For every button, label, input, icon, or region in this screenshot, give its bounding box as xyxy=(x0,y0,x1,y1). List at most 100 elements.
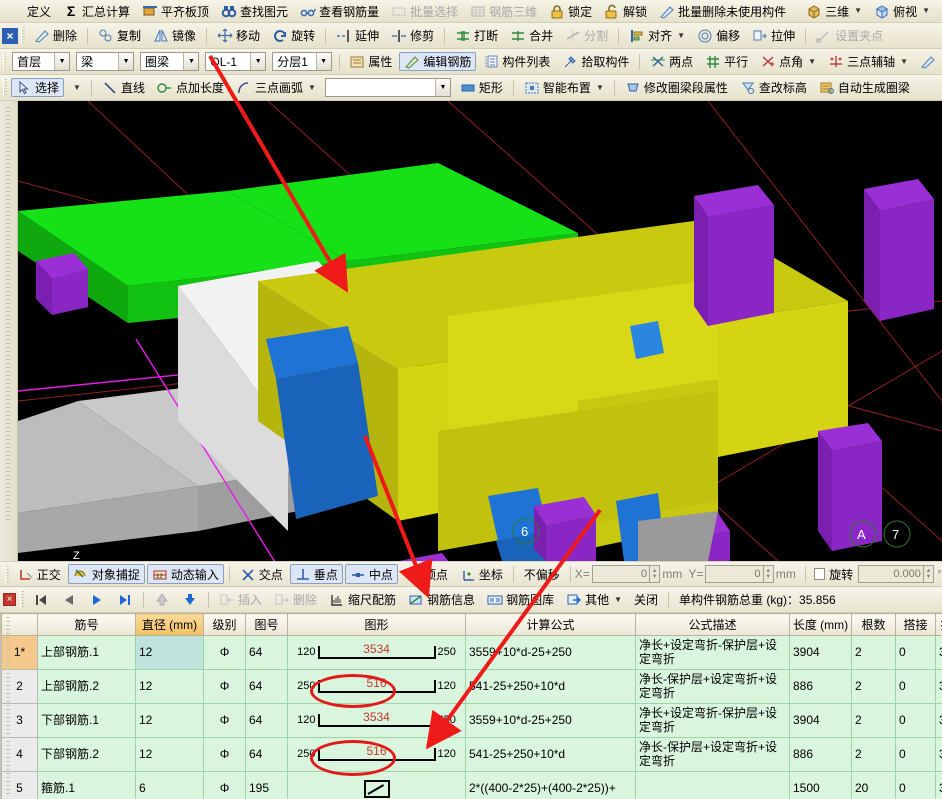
cell-rebar-name[interactable]: 上部钢筋.1 xyxy=(37,635,136,670)
component-name-select[interactable]: QL-1 ▼ xyxy=(205,52,267,71)
layer-select[interactable]: 分层1 ▼ xyxy=(272,52,332,71)
close-icon[interactable]: × xyxy=(2,27,18,44)
delete-row-button[interactable]: 删除 xyxy=(269,590,322,609)
header-shape[interactable]: 图形 xyxy=(287,613,466,636)
cell-description[interactable]: 净长-保护层+设定弯折+设定弯折 xyxy=(635,737,790,772)
next-record-button[interactable] xyxy=(84,590,110,609)
rebar-library-button[interactable]: 钢筋图库 xyxy=(482,590,559,609)
properties-button[interactable]: 属性 xyxy=(344,52,397,71)
edit-delete-button[interactable]: 删除 xyxy=(29,26,82,45)
auto-generate-beam-button[interactable]: 自动生成圈梁 xyxy=(814,78,915,97)
edit-copy-button[interactable]: 复制 xyxy=(93,26,146,45)
cell-loss[interactable]: 3 xyxy=(935,669,942,704)
y-input[interactable]: 0 xyxy=(705,565,764,583)
snap-object-snap-button[interactable]: 对象捕捉 xyxy=(67,564,145,584)
edit-align-button[interactable]: 对齐 ▼ xyxy=(624,26,690,45)
point-angle-button[interactable]: 点角 ▼ xyxy=(755,52,821,71)
toolbar-view-rebar-qty-button[interactable]: 查看钢筋量 xyxy=(295,2,384,21)
rebar-info-button[interactable]: 钢筋信息 xyxy=(403,590,480,609)
snap-intersection-button[interactable]: 交点 xyxy=(235,564,288,584)
chevron-down-icon[interactable]: ▼ xyxy=(808,57,816,66)
last-record-button[interactable] xyxy=(112,590,138,609)
toolbar-unlock-button[interactable]: 解锁 xyxy=(599,2,652,21)
edit-extend-button[interactable]: 延伸 xyxy=(331,26,384,45)
header-grade[interactable]: 级别 xyxy=(203,613,246,636)
draw-select-dropdown[interactable]: ▼ xyxy=(66,78,86,97)
pick-component-button[interactable]: 拾取构件 xyxy=(557,52,634,71)
move-up-button[interactable] xyxy=(149,590,175,609)
cell-description[interactable] xyxy=(635,771,790,799)
edit-stretch-button[interactable]: 拉伸 xyxy=(747,26,800,45)
cell-count[interactable]: 2 xyxy=(851,635,896,670)
cell-diameter[interactable]: 6 xyxy=(135,771,204,799)
header-loss[interactable]: 损耗 xyxy=(935,613,942,636)
cell-description[interactable]: 净长+设定弯折-保护层+设定弯折 xyxy=(635,703,790,738)
cell-lap[interactable]: 0 xyxy=(895,703,936,738)
chevron-down-icon[interactable]: ▼ xyxy=(434,79,450,96)
cell-grade[interactable]: Φ xyxy=(203,703,246,738)
toolbar-define-button[interactable]: 定义 xyxy=(3,2,56,21)
edit-rebar-button[interactable]: 编辑钢筋 xyxy=(399,52,477,71)
cell-grade[interactable]: Φ xyxy=(203,635,246,670)
chevron-down-icon[interactable]: ▼ xyxy=(308,83,316,92)
cell-description[interactable]: 净长+设定弯折-保护层+设定弯折 xyxy=(635,635,790,670)
floor-select[interactable]: 首层 ▼ xyxy=(12,52,71,71)
chevron-down-icon[interactable]: ▼ xyxy=(54,53,70,70)
header-count[interactable]: 根数 xyxy=(851,613,896,636)
rotate-input[interactable]: 0.000 xyxy=(858,565,924,583)
cell-formula[interactable]: 541-25+250+10*d xyxy=(465,737,636,772)
cell-count[interactable]: 2 xyxy=(851,669,896,704)
smart-layout-button[interactable]: 智能布置 ▼ xyxy=(519,78,609,97)
first-record-button[interactable] xyxy=(28,590,54,609)
parallel-button[interactable]: 平行 xyxy=(700,52,753,71)
header-length[interactable]: 长度 (mm) xyxy=(789,613,852,636)
cell-shape[interactable]: 120 3534 250 xyxy=(287,635,466,670)
toolbar-gripper[interactable] xyxy=(21,27,25,44)
cell-loss[interactable]: 3 xyxy=(935,703,942,738)
toolbar-dynamic-observe-button[interactable]: 动态观察 xyxy=(937,2,942,21)
chevron-down-icon[interactable]: ▼ xyxy=(73,83,81,92)
draw-point-length-button[interactable]: 点加长度 xyxy=(152,78,229,97)
cell-lap[interactable]: 0 xyxy=(895,669,936,704)
cell-drawing-no[interactable]: 64 xyxy=(245,737,288,772)
chevron-down-icon[interactable]: ▼ xyxy=(315,53,331,70)
toolbar-align-slab-top-button[interactable]: 平齐板顶 xyxy=(137,2,214,21)
cell-shape[interactable]: 250 516 120 xyxy=(287,737,466,772)
snap-vertex-button[interactable]: 顶点 xyxy=(400,564,453,584)
model-3d-viewport[interactable]: Z Y X 6 A 7 xyxy=(18,101,942,561)
cell-lap[interactable]: 0 xyxy=(895,771,936,799)
cell-diameter[interactable]: 12 xyxy=(135,635,204,670)
cell-rebar-name[interactable]: 箍筋.1 xyxy=(37,771,136,799)
cell-drawing-no[interactable]: 195 xyxy=(245,771,288,799)
snap-midpoint-button[interactable]: 中点 xyxy=(344,564,398,584)
chevron-down-icon[interactable]: ▼ xyxy=(596,83,604,92)
check-elevation-button[interactable]: 查改标高 xyxy=(735,78,812,97)
cell-rebar-name[interactable]: 上部钢筋.2 xyxy=(37,669,136,704)
edit-mirror-button[interactable]: 镜像 xyxy=(148,26,201,45)
insert-row-button[interactable]: 插入 xyxy=(214,590,267,609)
toolbar-lock-button[interactable]: 锁定 xyxy=(544,2,597,21)
cell-grade[interactable]: Φ xyxy=(203,669,246,704)
cell-rebar-name[interactable]: 下部钢筋.2 xyxy=(37,737,136,772)
draw-arc-button[interactable]: 三点画弧 ▼ xyxy=(231,78,321,97)
cell-formula[interactable]: 3559+10*d-25+250 xyxy=(465,635,636,670)
chevron-down-icon[interactable]: ▼ xyxy=(614,595,622,604)
cell-loss[interactable]: 3 xyxy=(935,635,942,670)
offset-mode-label[interactable]: 不偏移 xyxy=(524,566,560,583)
prev-record-button[interactable] xyxy=(56,590,82,609)
toolbar-batch-delete-unused-button[interactable]: 批量删除未使用构件 xyxy=(654,2,791,21)
edit-trim-button[interactable]: 修剪 xyxy=(386,26,439,45)
other-button[interactable]: 其他 ▼ xyxy=(561,590,627,609)
draw-line-button[interactable]: 直线 xyxy=(97,78,150,97)
cell-shape[interactable]: 250 516 120 xyxy=(287,669,466,704)
modify-beam-segment-props-button[interactable]: 修改圈梁段属性 xyxy=(620,78,733,97)
header-drawing-no[interactable]: 图号 xyxy=(245,613,288,636)
cell-rebar-name[interactable]: 下部钢筋.1 xyxy=(37,703,136,738)
chevron-down-icon[interactable]: ▼ xyxy=(250,53,266,70)
draw-rect-button[interactable]: 矩形 xyxy=(455,78,508,97)
chevron-down-icon[interactable]: ▼ xyxy=(183,53,199,70)
x-input[interactable]: 0 xyxy=(591,565,650,583)
header-formula[interactable]: 计算公式 xyxy=(465,613,636,636)
toolbar-gripper[interactable] xyxy=(20,591,24,608)
rotate-spinner[interactable]: ▲ ▼ xyxy=(923,565,935,583)
